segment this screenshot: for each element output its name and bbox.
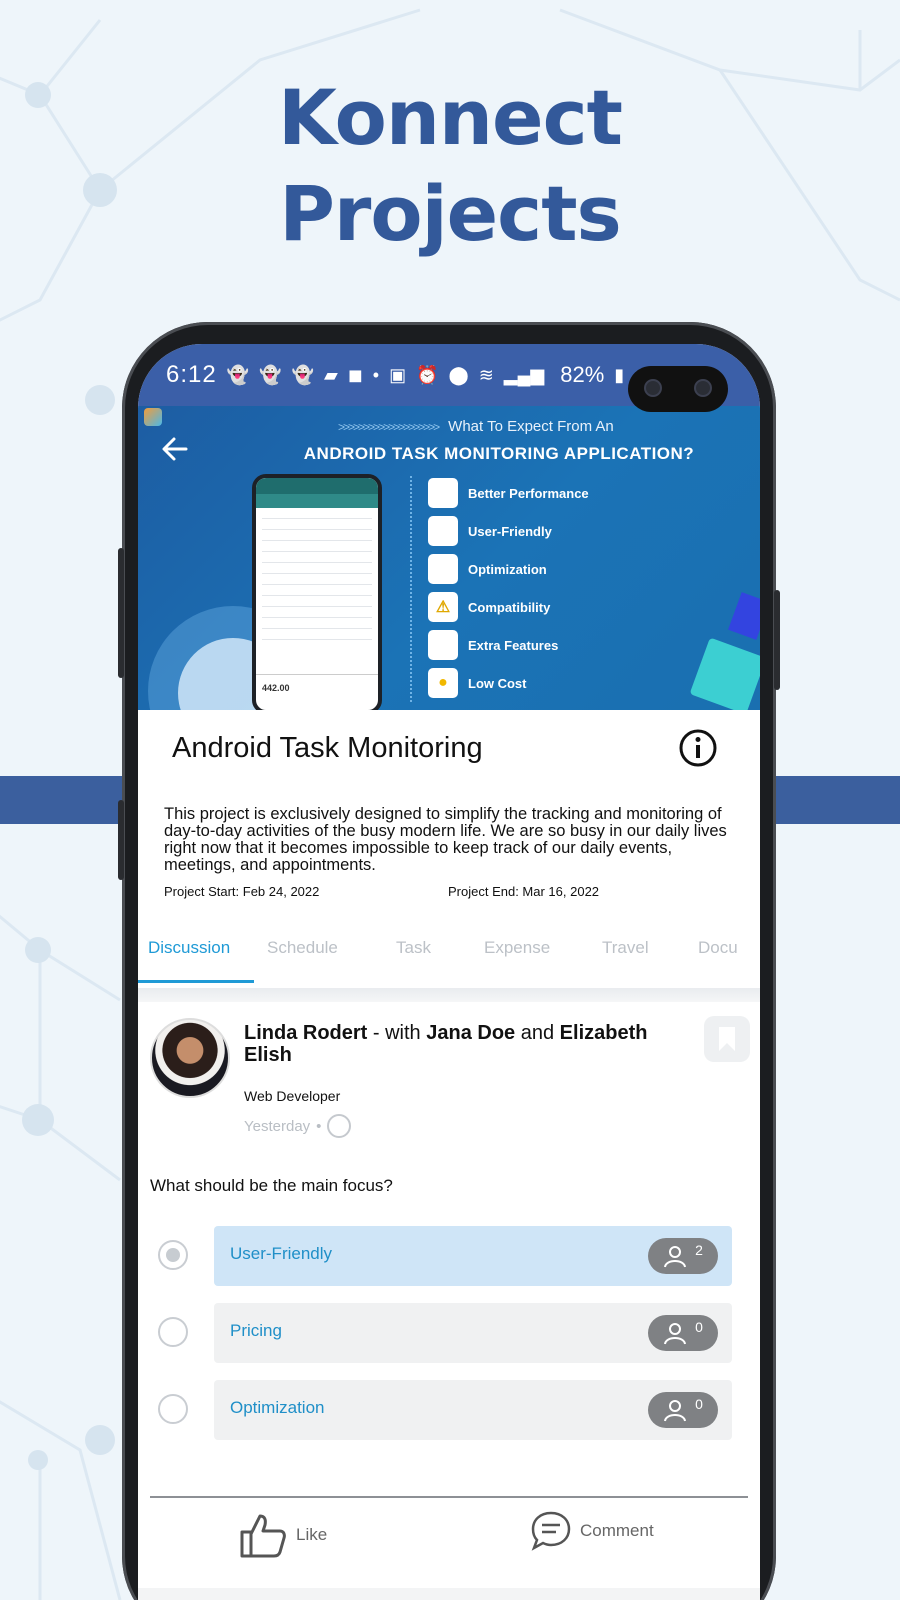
poll-option[interactable]: Optimization 0 — [214, 1380, 732, 1440]
snapchat-icon: 👻 — [226, 365, 250, 385]
comment-icon — [531, 1511, 571, 1551]
message-icon: ▰ — [323, 365, 338, 385]
like-button[interactable]: Like — [238, 1510, 327, 1560]
tab-travel[interactable]: Travel — [602, 938, 649, 958]
tab-task[interactable]: Task — [396, 938, 431, 958]
chart-icon: ↗ — [428, 554, 458, 584]
post-actions-divider — [150, 1496, 748, 1498]
headline-line-2: Projects — [279, 169, 622, 258]
poll-vote-count[interactable]: 2 — [648, 1238, 718, 1274]
banner-phone-mockup: 442.00 — [252, 474, 382, 710]
bookmark-button[interactable] — [704, 1016, 750, 1062]
snapchat-icon: 👻 — [291, 365, 314, 385]
banner-title: ANDROID TASK MONITORING APPLICATION? — [303, 444, 695, 463]
front-camera — [628, 366, 728, 412]
next-post-preview — [138, 1588, 760, 1600]
battery-icon: ▮ — [614, 365, 625, 385]
post-author[interactable]: Linda Rodert — [244, 1022, 367, 1044]
feature-item: ↗ Optimization — [428, 554, 547, 584]
active-tab-indicator — [138, 980, 254, 983]
tabs-divider — [138, 988, 760, 1002]
user-icon — [664, 1400, 687, 1422]
headline: Konnect Projects — [0, 70, 900, 262]
user-icon — [664, 1246, 687, 1268]
project-banner: >>>>>>>>>>>>>>>>>>>> What To Expect From … — [138, 406, 760, 710]
signal-icon: ▂▄▆ — [503, 365, 545, 385]
tab-discussion[interactable]: Discussion — [148, 938, 230, 958]
poll-vote-count[interactable]: 0 — [648, 1315, 718, 1351]
poll-option-label: Pricing — [230, 1321, 282, 1340]
feature-item: ⚠ Compatibility — [428, 592, 550, 622]
poll-option-label: User-Friendly — [230, 1244, 333, 1263]
post-header: Linda Rodert - with Jana Doe and Elizabe… — [244, 1022, 648, 1066]
info-icon[interactable] — [678, 728, 718, 768]
phone-side-button — [118, 548, 124, 678]
battery-percent: 82% — [560, 362, 605, 387]
dot-icon: • — [372, 365, 380, 385]
app-logo-icon — [144, 408, 162, 426]
tab-schedule[interactable]: Schedule — [267, 938, 338, 958]
feature-item: ● Low Cost — [428, 668, 527, 698]
globe-icon — [327, 1114, 352, 1138]
battery-saver-icon: ▣ — [389, 365, 407, 385]
comment-button[interactable]: Comment — [530, 1510, 654, 1552]
tab-expense[interactable]: Expense — [484, 938, 550, 958]
speedometer-icon: ◉ — [428, 478, 458, 508]
project-start-date: Project Start: Feb 24, 2022 — [164, 884, 320, 899]
avatar[interactable] — [150, 1018, 230, 1098]
project-tabs: Discussion Schedule Task Expense Travel … — [138, 930, 760, 986]
bookmark-icon — [719, 1027, 735, 1051]
banner-decoration — [689, 637, 760, 710]
poll-option[interactable]: User-Friendly 2 — [214, 1226, 732, 1286]
status-time: 6:12 — [166, 361, 217, 388]
poll-option-label: Optimization — [230, 1398, 325, 1417]
banner-subtitle: >>>>>>>>>>>>>>>>>>>> What To Expect From … — [338, 418, 614, 435]
phone-user-icon: ▯ — [428, 516, 458, 546]
poll-option-radio[interactable] — [158, 1240, 188, 1270]
bulb-icon: ● — [428, 668, 458, 698]
snapchat-icon: 👻 — [259, 365, 282, 385]
mockup-total: 442.00 — [256, 674, 378, 710]
user-icon — [664, 1323, 687, 1345]
feature-item: ▣ Extra Features — [428, 630, 558, 660]
project-end-date: Project End: Mar 16, 2022 — [448, 884, 600, 899]
wifi-icon: ≋ — [478, 365, 494, 385]
phone-side-button — [118, 800, 124, 880]
post-author-role: Web Developer — [244, 1088, 341, 1104]
thumbs-up-icon — [240, 1514, 286, 1558]
phone-screen: 6:12 👻 👻 👻 ▰ ◼ • ▣ ⏰ ⬤ ≋ ▂▄▆ 82% ▮ >>>>>… — [138, 344, 760, 1600]
headline-line-1: Konnect — [278, 73, 623, 162]
warning-icon: ⚠ — [428, 592, 458, 622]
project-title: Android Task Monitoring — [172, 732, 483, 764]
facebook-icon: ◼ — [347, 365, 363, 385]
post-timestamp: Yesterday • — [244, 1114, 352, 1138]
tab-documents[interactable]: Docu — [698, 938, 738, 958]
poll-option[interactable]: Pricing 0 — [214, 1303, 732, 1363]
alarm-icon: ⏰ — [416, 365, 439, 385]
poll-question: What should be the main focus? — [150, 1176, 393, 1195]
feature-item: ▯ User-Friendly — [428, 516, 552, 546]
chevrons-icon: >>>>>>>>>>>>>>>>>>>> — [338, 420, 440, 434]
screen-icon: ▣ — [428, 630, 458, 660]
phone-power-button — [774, 590, 780, 690]
comment-label: Comment — [580, 1521, 654, 1540]
project-dates: Project Start: Feb 24, 2022 Project End:… — [164, 884, 599, 899]
post-mention[interactable]: Jana Doe — [426, 1022, 515, 1044]
project-description: This project is exclusively designed to … — [164, 805, 727, 874]
banner-divider — [410, 476, 412, 702]
banner-decoration — [728, 592, 760, 640]
location-icon: ⬤ — [448, 365, 469, 385]
poll-option-radio[interactable] — [158, 1317, 188, 1347]
poll-vote-count[interactable]: 0 — [648, 1392, 718, 1428]
poll-option-radio[interactable] — [158, 1394, 188, 1424]
like-label: Like — [296, 1525, 328, 1544]
feature-item: ◉ Better Performance — [428, 478, 589, 508]
